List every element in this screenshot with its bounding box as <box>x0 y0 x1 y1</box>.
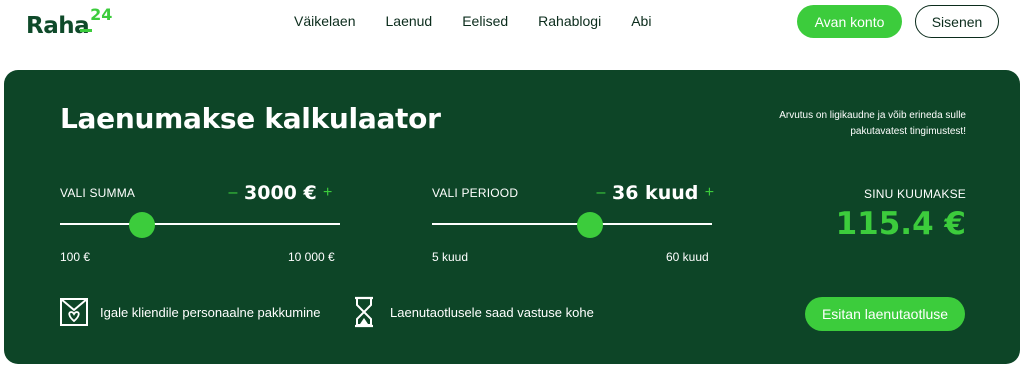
period-minus-button[interactable]: – <box>594 184 608 202</box>
feature-personal-offer: Igale kliendile personaalne pakkumine <box>58 296 320 328</box>
amount-slider-thumb[interactable] <box>129 212 156 238</box>
monthly-payment-value: 115.4 € <box>835 206 966 242</box>
period-label: VALI PERIOOD <box>432 186 519 200</box>
open-account-button[interactable]: Avan konto <box>797 5 902 38</box>
period-plus-button[interactable]: + <box>702 184 716 202</box>
period-slider-track <box>432 223 712 225</box>
feature-instant-response-text: Laenutaotlusele saad vastuse kohe <box>390 304 594 320</box>
feature-instant-response: Laenutaotlusele saad vastuse kohe <box>348 296 594 328</box>
calculator-title: Laenumakse kalkulaator <box>60 102 441 135</box>
amount-slider-track <box>60 223 340 225</box>
logo-dash <box>80 29 93 32</box>
hourglass-icon <box>348 296 380 328</box>
period-value: 36 kuud <box>612 182 699 204</box>
period-slider[interactable] <box>432 212 712 238</box>
nav-item-eelised[interactable]: Eelised <box>462 12 508 30</box>
brand-logo[interactable]: Raha 24 <box>26 5 113 42</box>
period-max-label: 60 kuud <box>666 250 709 264</box>
login-button[interactable]: Sisenen <box>915 5 999 38</box>
calculator-disclaimer: Arvutus on ligikaudne ja võib erineda su… <box>779 110 966 137</box>
amount-value-group: – 3000 € + <box>226 182 335 204</box>
amount-minus-button[interactable]: – <box>226 184 240 202</box>
period-min-label: 5 kuud <box>432 250 469 264</box>
nav-item-vaikelaen[interactable]: Väikelaen <box>294 12 356 30</box>
amount-max-label: 10 000 € <box>288 250 335 264</box>
amount-plus-button[interactable]: + <box>321 184 335 202</box>
brand-number: 24 <box>80 5 113 32</box>
main-nav: Väikelaen Laenud Eelised Rahablogi Abi <box>294 12 681 30</box>
amount-value: 3000 € <box>244 182 317 204</box>
nav-item-rahablogi[interactable]: Rahablogi <box>538 12 601 30</box>
period-value-group: – 36 kuud + <box>594 182 716 204</box>
period-slider-thumb[interactable] <box>576 212 603 238</box>
amount-slider[interactable] <box>60 212 340 238</box>
amount-label: VALI SUMMA <box>60 186 136 200</box>
brand-number-text: 24 <box>90 5 113 24</box>
feature-personal-offer-text: Igale kliendile personaalne pakkumine <box>100 304 321 320</box>
envelope-heart-icon <box>58 296 90 328</box>
site-header: Raha 24 Väikelaen Laenud Eelised Rahablo… <box>0 0 1024 62</box>
apply-loan-button[interactable]: Esitan laenutaotluse <box>805 297 965 331</box>
monthly-payment-label: SINU KUUMAKSE <box>864 187 966 201</box>
loan-calculator-card: Laenumakse kalkulaator Arvutus on ligika… <box>4 70 1020 364</box>
nav-item-abi[interactable]: Abi <box>631 12 651 30</box>
nav-item-laenud[interactable]: Laenud <box>386 12 433 30</box>
brand-name: Raha <box>26 13 90 39</box>
amount-min-label: 100 € <box>60 250 91 264</box>
